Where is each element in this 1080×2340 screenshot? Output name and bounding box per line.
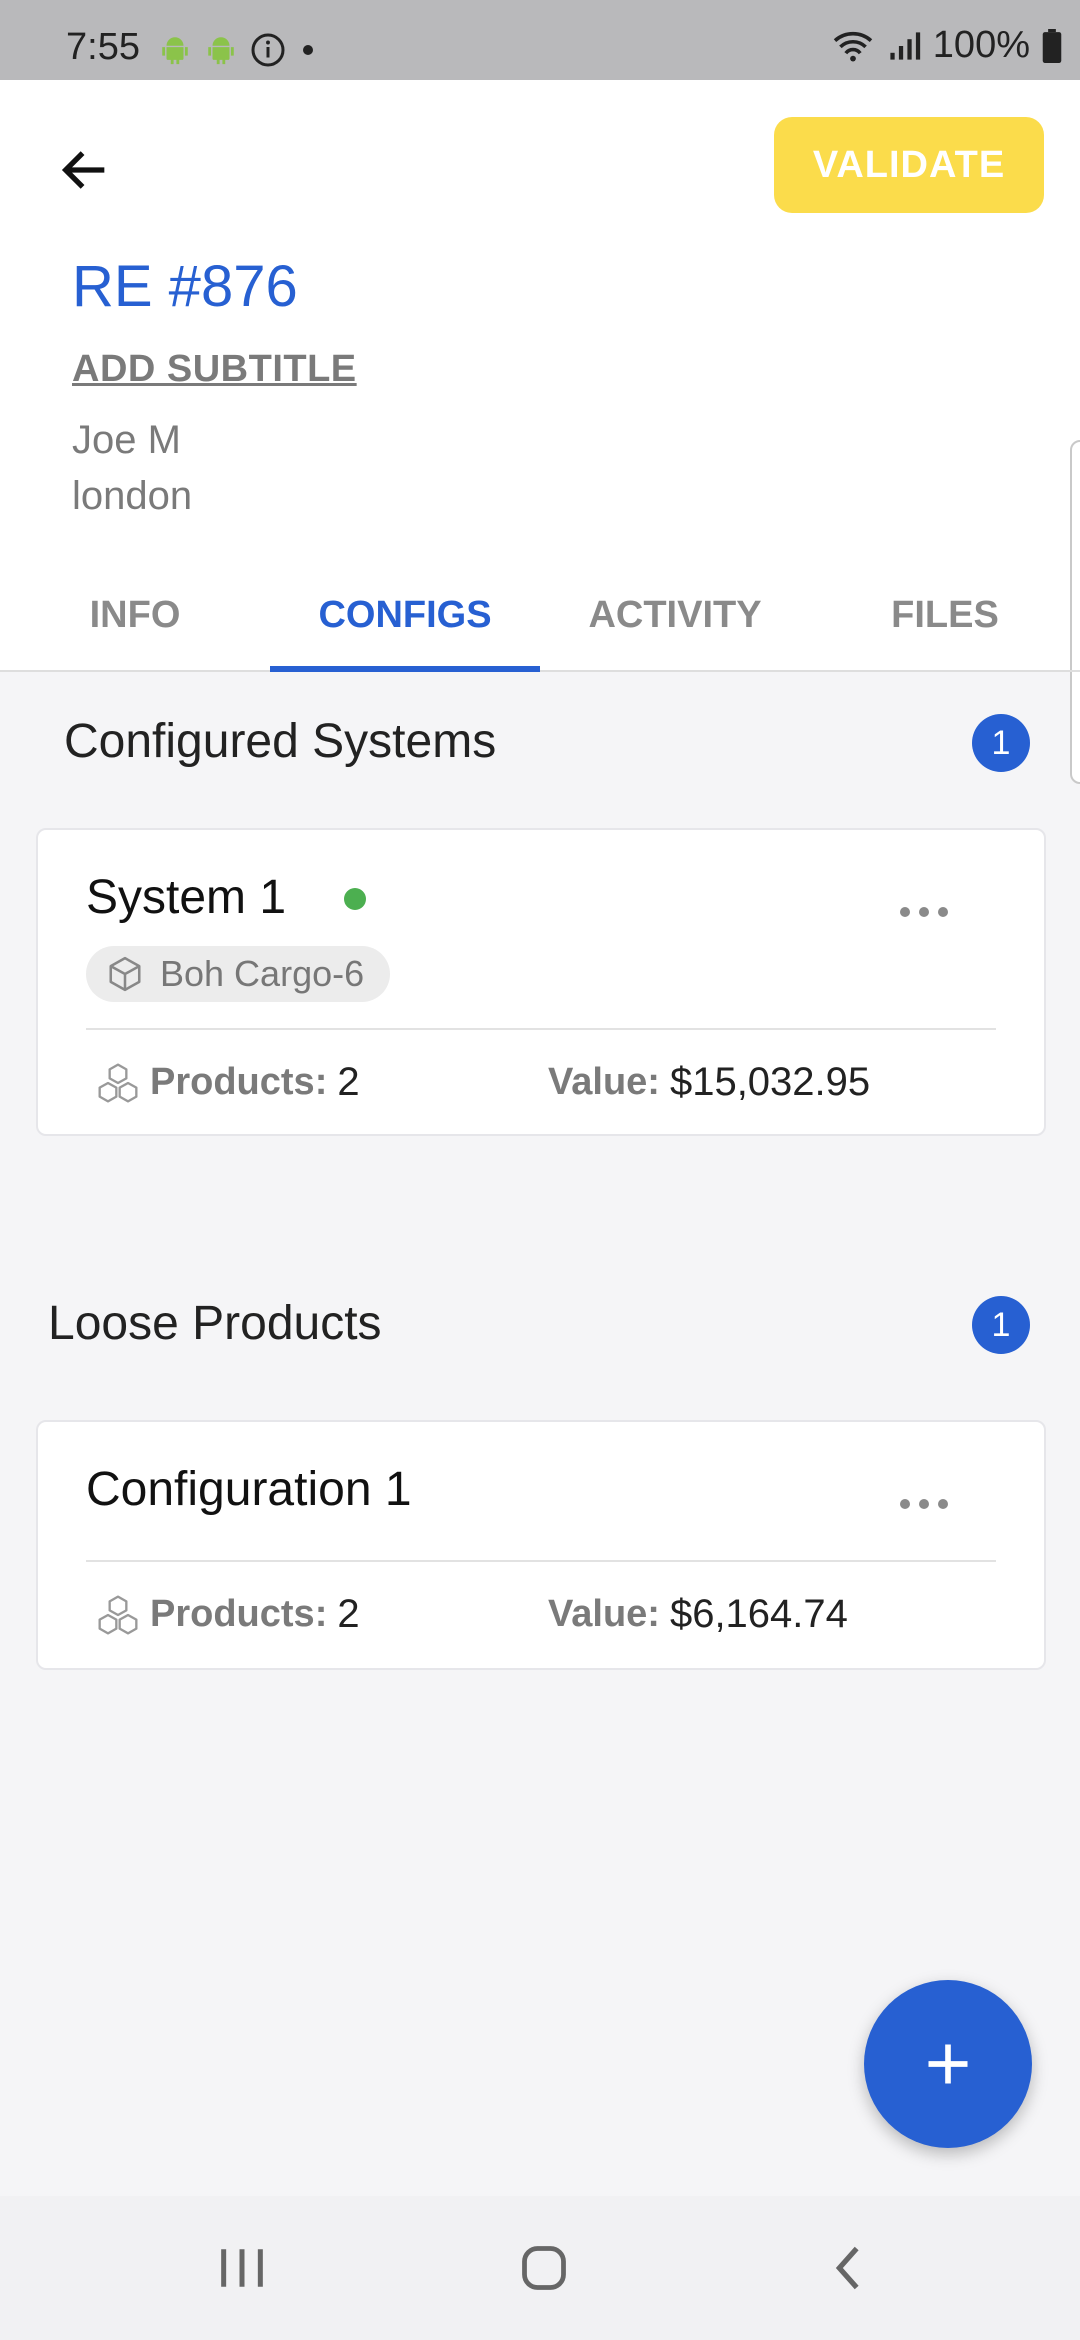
loose-products-title: Loose Products: [48, 1297, 382, 1350]
value-label: Value:: [548, 1593, 660, 1635]
value-amount: $6,164.74: [669, 1592, 848, 1636]
dot: [900, 907, 910, 917]
battery-percent: 100%: [932, 24, 1030, 66]
boxes-icon: [98, 1595, 138, 1634]
home-button[interactable]: [444, 2196, 644, 2340]
nav-back-button[interactable]: [748, 2196, 948, 2340]
card-divider: [86, 1560, 996, 1562]
more-options-button[interactable]: [900, 907, 948, 917]
tab-files[interactable]: FILES: [810, 560, 1080, 670]
recent-apps-button[interactable]: [142, 2196, 342, 2340]
products-value: 2: [337, 1592, 360, 1636]
back-icon: [835, 2246, 859, 2290]
product-chip: Boh Cargo-6: [86, 946, 391, 1002]
tab-bar: INFO CONFIGS ACTIVITY FILES: [0, 560, 1080, 672]
value-stat: Value: $15,032.95: [548, 1060, 870, 1105]
dot: [919, 907, 929, 917]
plus-icon: [928, 2044, 968, 2084]
more-options-button[interactable]: [900, 1499, 948, 1509]
value-stat: Value: $6,164.74: [548, 1592, 848, 1637]
value-amount: $15,032.95: [669, 1060, 871, 1104]
dot: [938, 1499, 948, 1509]
card-divider: [86, 1028, 996, 1030]
status-right-group: 100%: [831, 24, 1062, 67]
tab-activity[interactable]: ACTIVITY: [540, 560, 810, 670]
products-value: 2: [337, 1060, 360, 1104]
configuration-card[interactable]: Configuration 1 Products: 2 Value: $6,16…: [36, 1420, 1046, 1670]
dot: [919, 1499, 929, 1509]
signal-icon: [890, 31, 920, 60]
boxes-icon: [98, 1063, 138, 1102]
android-icon: [162, 37, 188, 65]
add-fab-button[interactable]: [864, 1980, 1032, 2148]
battery-icon: [1042, 28, 1062, 63]
page-title: RE #876: [72, 254, 298, 319]
status-bar: 7:55 100%: [0, 0, 1080, 80]
chip-label: Boh Cargo-6: [160, 953, 365, 994]
tab-configs[interactable]: CONFIGS: [270, 560, 540, 672]
info-icon: [251, 33, 285, 67]
products-label: Products:: [150, 1593, 328, 1635]
products-stat: Products: 2: [96, 1060, 360, 1105]
box-icon: [109, 956, 141, 992]
home-icon: [522, 2246, 566, 2290]
tab-info[interactable]: INFO: [0, 560, 270, 670]
status-time: 7:55: [66, 26, 140, 68]
back-arrow-icon: [61, 151, 105, 189]
products-stat: Products: 2: [96, 1592, 360, 1637]
configuration-name: Configuration 1: [86, 1463, 412, 1516]
status-indicator: [344, 888, 366, 910]
status-notification-icons: [158, 30, 318, 70]
dot: [900, 1499, 910, 1509]
recent-apps-icon: [221, 2249, 263, 2287]
system-name: System 1: [86, 871, 287, 924]
dot: [938, 907, 948, 917]
system-card[interactable]: System 1 Boh Cargo-6 Products: 2 Value: …: [36, 828, 1046, 1136]
system-nav-bar: [0, 2196, 1080, 2340]
configured-systems-title: Configured Systems: [64, 715, 497, 768]
dot-icon: [303, 45, 313, 55]
add-subtitle-link[interactable]: ADD SUBTITLE: [72, 348, 357, 391]
location-text: london: [72, 474, 193, 518]
loose-products-count-badge: 1: [972, 1296, 1030, 1354]
owner-name: Joe M: [72, 418, 181, 462]
validate-button[interactable]: VALIDATE: [774, 117, 1044, 213]
android-icon: [208, 37, 234, 65]
wifi-icon: [833, 31, 872, 61]
back-button[interactable]: [50, 135, 120, 205]
products-label: Products:: [150, 1061, 328, 1103]
value-label: Value:: [548, 1061, 660, 1103]
configured-systems-count-badge: 1: [972, 714, 1030, 772]
